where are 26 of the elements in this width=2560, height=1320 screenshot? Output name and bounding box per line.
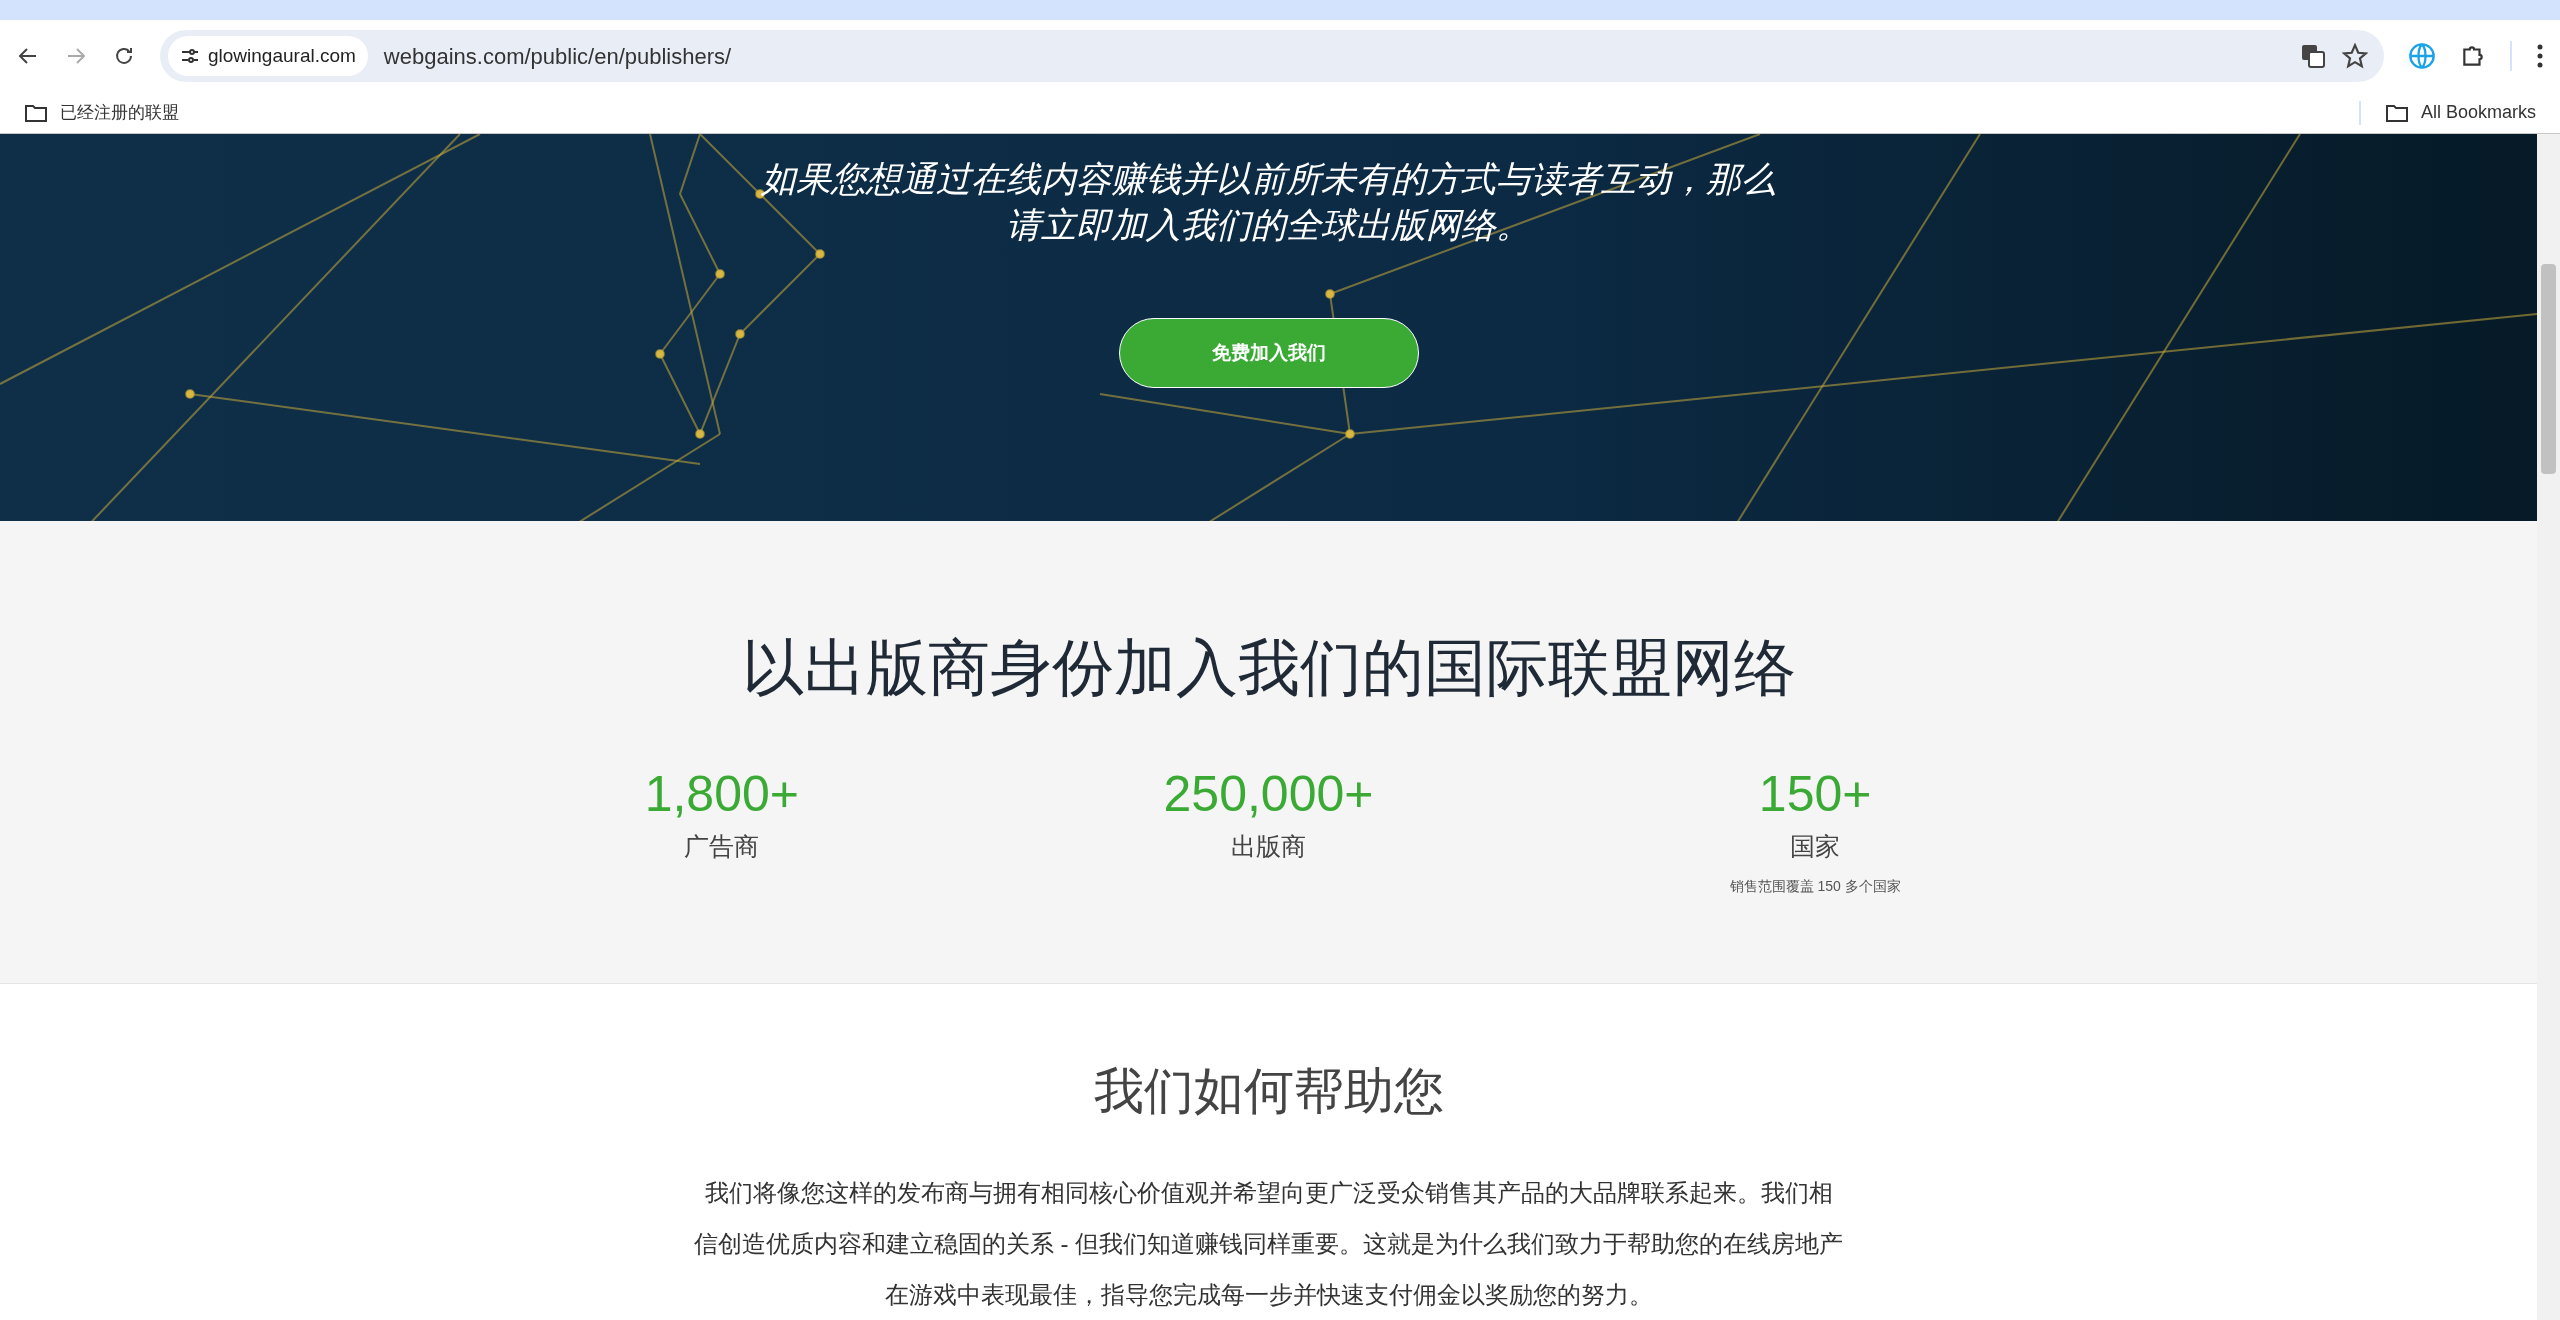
- stat-value: 250,000+: [1163, 765, 1374, 825]
- folder-icon: [24, 102, 48, 123]
- globe-icon[interactable]: [2408, 42, 2436, 70]
- translate-icon[interactable]: [2300, 43, 2326, 69]
- site-info-chip[interactable]: glowingaural.com: [168, 36, 368, 76]
- stat-value: 150+: [1758, 765, 1872, 825]
- intro-paragraph: 我们将像您这样的发布商与拥有相同核心价值观并希望向更广泛受众销售其产品的大品牌联系起来。我们相信创造优质内容和建立稳固的关系 - 但我们知道赚钱同样重要。这就是为什么我们致力于帮助您的在线房地产在游戏中表现最佳，指导您完成每一步并快速支付佣金以奖励您的努力。: [693, 1178, 1844, 1310]
- folder-icon: [2384, 102, 2409, 123]
- scrollbar[interactable]: [2537, 134, 2560, 1320]
- stat-label: 广告商: [684, 831, 760, 863]
- tune-icon: [180, 46, 200, 66]
- menu-icon[interactable]: [2536, 43, 2544, 69]
- url-text: webgains.com/public/en/publishers/: [383, 42, 733, 71]
- star-icon[interactable]: [2342, 43, 2368, 69]
- all-bookmarks-button[interactable]: All Bookmarks: [2384, 99, 2536, 126]
- stat-label: 出版商: [1231, 831, 1306, 863]
- section-title: 我们如何帮助您: [1093, 1062, 1444, 1121]
- puzzle-icon[interactable]: [2460, 43, 2486, 69]
- hero-text: 如果您想通过在线内容赚钱并以前所未有的方式与读者互动，那么: [761, 158, 1776, 200]
- stat-note: 销售范围覆盖 150 多个国家: [1729, 876, 1901, 896]
- stat-value: 1,800+: [644, 765, 799, 825]
- hero-text: 请立即加入我们的全球出版网络。: [1006, 204, 1531, 246]
- address-bar[interactable]: glowingaural.com webgains.com/public/en/publishers/: [160, 30, 2384, 82]
- bookmark-item[interactable]: 已经注册的联盟: [24, 99, 179, 126]
- section-title: 以出版商身份加入我们的国际联盟网络: [741, 632, 1796, 705]
- stat-label: 国家: [1790, 831, 1841, 863]
